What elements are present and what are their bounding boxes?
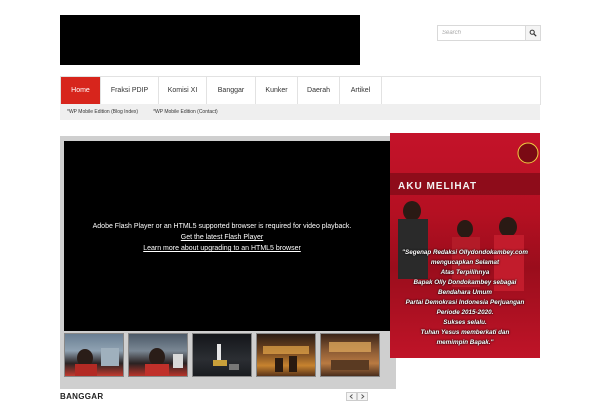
sub-navigation: *WP Mobile Edition (Blog Index) *WP Mobi…: [60, 104, 540, 120]
promo-caption-line: Tuhan Yesus memberkati dan: [420, 329, 510, 336]
thumbnail-3[interactable]: [192, 333, 252, 377]
nav-item-home[interactable]: Home: [61, 77, 101, 104]
promo-caption-line: "Segenap Redaksi Ollydondokambey.com: [402, 249, 528, 256]
player-message: Adobe Flash Player or an HTML5 supported…: [64, 221, 380, 254]
promo-caption-line: memimpin Bapak.": [436, 339, 494, 346]
promo-caption-line: Atas Terpilihnya: [440, 269, 490, 276]
thumbnail-image: [145, 348, 183, 376]
subnav-item-blog-index[interactable]: *WP Mobile Edition (Blog Index): [60, 109, 146, 115]
html5-browser-link[interactable]: Learn more about upgrading to an HTML5 b…: [64, 243, 380, 254]
nav-item-banggar[interactable]: Banggar: [207, 77, 256, 104]
thumbnail-2[interactable]: [128, 333, 188, 377]
main-navigation: Home Fraksi PDIP Komisi XI Banggar Kunke…: [60, 76, 541, 105]
thumbnail-image: [329, 342, 371, 370]
svg-text:AKU MELIHAT: AKU MELIHAT: [398, 181, 477, 192]
search-icon: [529, 29, 537, 37]
nav-item-daerah[interactable]: Daerah: [298, 77, 340, 104]
nav-item-komisi-xi[interactable]: Komisi XI: [159, 77, 207, 104]
nav-item-fraksi-pdip[interactable]: Fraksi PDIP: [101, 77, 159, 104]
flash-player-link[interactable]: Get the latest Flash Player: [64, 232, 380, 243]
promo-caption-line: Periode 2015-2020.: [436, 309, 494, 316]
promo-caption-line: Bapak Olly Dondokambey sebagai: [413, 279, 517, 286]
chevron-left-icon: [349, 394, 353, 399]
promo-caption-line: mengucapkan Selamat: [430, 259, 500, 266]
nav-item-kunker[interactable]: Kunker: [256, 77, 298, 104]
promo-caption-line: Bendahara Umum: [438, 289, 492, 296]
thumbnail-image: [75, 348, 119, 376]
chevron-right-icon: [361, 394, 365, 399]
thumbnail-1[interactable]: [64, 333, 124, 377]
thumbnail-image: [213, 344, 239, 370]
thumbnail-strip: [64, 333, 380, 377]
promo-caption: "Segenap Redaksi Ollydondokambey.com men…: [394, 248, 536, 348]
thumbnail-4[interactable]: [256, 333, 316, 377]
promo-image[interactable]: AKU MELIHAT "Segenap Redaksi Ollydondoka…: [390, 133, 540, 358]
thumbnail-image: [263, 346, 309, 372]
promo-caption-line: Partai Demokrasi Indonesia Perjuangan: [405, 299, 525, 306]
player-message-text: Adobe Flash Player or an HTML5 supported…: [92, 223, 352, 230]
search-input[interactable]: [438, 26, 528, 40]
search-box: [437, 25, 541, 41]
search-button[interactable]: [525, 26, 540, 40]
promo-caption-line: Sukses selalu.: [443, 319, 487, 326]
thumbnail-5[interactable]: [320, 333, 380, 377]
site-logo-banner[interactable]: [60, 15, 360, 65]
video-player[interactable]: Adobe Flash Player or an HTML5 supported…: [64, 141, 380, 331]
subnav-item-contact[interactable]: *WP Mobile Edition (Contact): [146, 109, 226, 115]
nav-item-artikel[interactable]: Artikel: [340, 77, 382, 104]
